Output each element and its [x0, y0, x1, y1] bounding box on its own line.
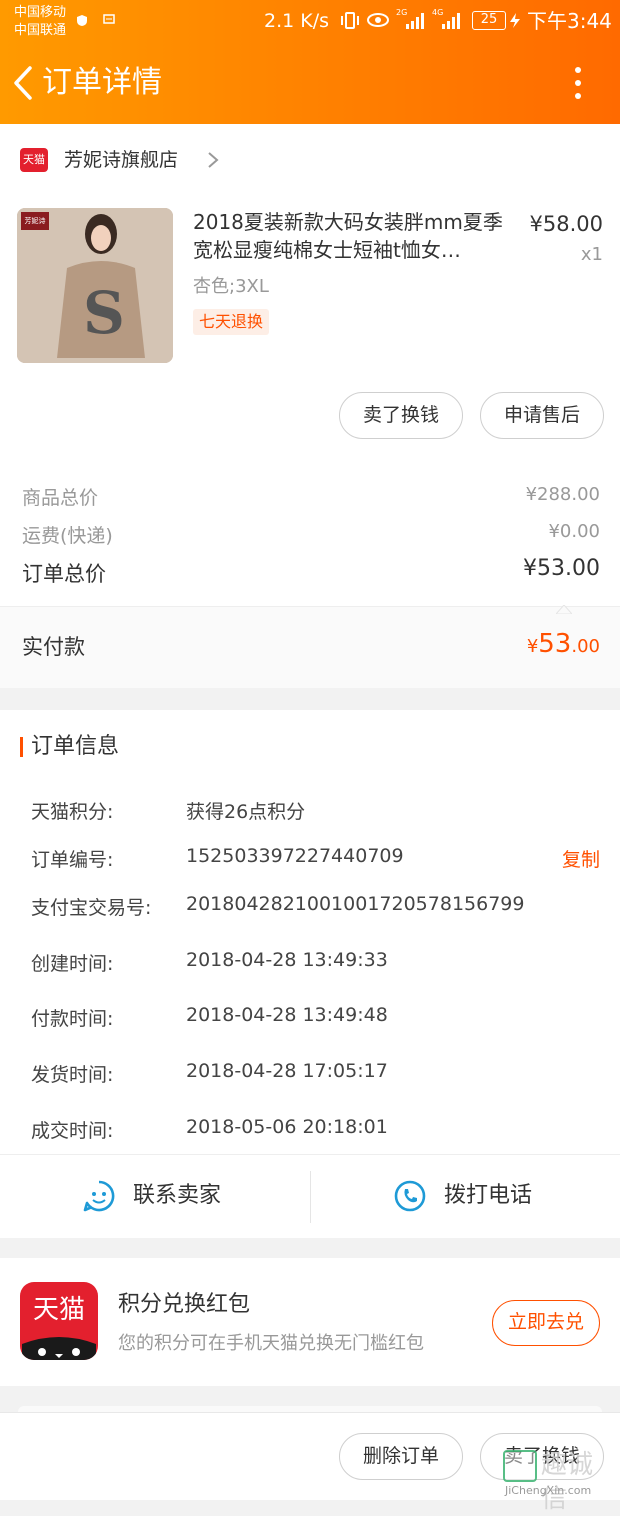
goods-total-value: ¥288.00: [525, 484, 600, 505]
charging-icon: [508, 12, 522, 29]
order-card: 天猫 芳妮诗旗舰店 S 芳妮诗 2018夏装新款大码女装胖mm夏季宽松显瘦纯棉女…: [0, 124, 620, 606]
paid-row: 实付款 ¥53.00: [0, 604, 620, 688]
paid-decimal: .00: [571, 636, 600, 657]
watermark-cn: 趣诚信: [541, 1450, 594, 1514]
call-label: 拨打电话: [444, 1183, 533, 1208]
network-speed: 2.1 K/s: [264, 10, 330, 32]
points-label: 天猫积分:: [31, 801, 114, 823]
goods-total-label: 商品总价: [22, 487, 99, 509]
alipay-trade-value: 2018042821001001720578156799: [186, 893, 525, 915]
order-total-label: 订单总价: [22, 562, 106, 586]
shipping-value: ¥0.00: [548, 521, 600, 542]
paid-label: 实付款: [22, 635, 85, 659]
shield-icon: [76, 12, 88, 26]
completed-time-label: 成交时间:: [31, 1120, 114, 1142]
signal-2g-icon: 2G: [396, 8, 430, 32]
brand-logo: 芳妮诗: [21, 212, 49, 230]
shipped-time-label: 发货时间:: [31, 1064, 114, 1086]
completed-time-value: 2018-05-06 20:18:01: [186, 1116, 388, 1138]
phone-icon: [393, 1179, 427, 1213]
chevron-right-icon: [206, 150, 220, 170]
shipped-time-value: 2018-04-28 17:05:17: [186, 1060, 388, 1082]
carrier-1: 中国移动: [14, 5, 67, 20]
order-number-value: 152503397227440709: [186, 845, 404, 867]
clock: 下午3:44: [527, 9, 612, 33]
order-info-section: 订单信息 天猫积分: 获得26点积分 订单编号: 152503397227440…: [0, 710, 620, 1154]
vibrate-icon: [340, 10, 360, 32]
pointer-caret: [554, 599, 574, 615]
page-title: 订单详情: [42, 65, 162, 100]
notification-icon: [102, 11, 116, 25]
watermark-text: JiChengXin.com: [505, 1484, 592, 1497]
product-image: S: [17, 208, 173, 363]
promo-description: 您的积分可在手机天猫兑换无门槛红包: [118, 1333, 424, 1354]
shop-row[interactable]: 天猫 芳妮诗旗舰店: [0, 124, 620, 196]
contact-bar: 联系卖家 拨打电话: [0, 1154, 620, 1238]
points-value: 获得26点积分: [186, 801, 306, 823]
signal-4g-icon: 4G: [432, 8, 466, 32]
product-thumbnail[interactable]: S 芳妮诗: [17, 208, 173, 363]
app-header: 中国移动 中国联通 2.1 K/s 2G 4G 25 下午3:44 订单详情: [0, 0, 620, 124]
call-button[interactable]: 拨打电话: [311, 1155, 620, 1239]
created-time-value: 2018-04-28 13:49:33: [186, 949, 388, 971]
created-time-label: 创建时间:: [31, 953, 114, 975]
redeem-now-button[interactable]: 立即去兑: [492, 1300, 600, 1346]
eye-icon: [366, 10, 390, 30]
watermark-logo-icon: [503, 1450, 537, 1482]
return-policy-tag: 七天退换: [193, 309, 270, 335]
after-sales-button[interactable]: 申请售后: [480, 392, 604, 439]
paid-time-label: 付款时间:: [31, 1008, 114, 1030]
promo-title: 积分兑换红包: [118, 1292, 251, 1317]
watermark: 趣诚信 JiChengXin.com: [503, 1448, 617, 1514]
chat-face-icon: [82, 1179, 116, 1213]
contact-seller-label: 联系卖家: [133, 1183, 222, 1208]
product-quantity: x1: [580, 244, 603, 265]
promo-banner[interactable]: 天猫 积分兑换红包 您的积分可在手机天猫兑换无门槛红包 立即去兑: [0, 1258, 620, 1386]
more-menu-icon[interactable]: [568, 64, 588, 104]
carrier-2: 中国联通: [14, 23, 67, 38]
battery-icon: 25: [472, 11, 506, 30]
sell-for-cash-button[interactable]: 卖了换钱: [339, 392, 463, 439]
section-accent-bar: [20, 737, 23, 757]
product-title[interactable]: 2018夏装新款大码女装胖mm夏季宽松显瘦纯棉女士短袖t恤女…: [193, 208, 515, 264]
paid-integer: 53: [538, 629, 572, 659]
paid-time-value: 2018-04-28 13:49:48: [186, 1004, 388, 1026]
copy-button[interactable]: 复制: [540, 845, 600, 872]
tmall-badge-icon: 天猫: [20, 148, 48, 172]
back-icon[interactable]: [8, 62, 38, 104]
contact-seller-button[interactable]: 联系卖家: [0, 1155, 310, 1239]
paid-symbol: ¥: [526, 636, 539, 657]
product-price: ¥58.00: [529, 212, 603, 236]
shipping-label: 运费(快递): [22, 525, 113, 547]
svg-text:S: S: [83, 279, 125, 347]
product-sku: 杏色;3XL: [193, 276, 269, 297]
order-total-value: ¥53.00: [523, 556, 600, 581]
order-info-title: 订单信息: [31, 734, 120, 759]
shop-name: 芳妮诗旗舰店: [64, 149, 179, 171]
order-number-label: 订单编号:: [31, 849, 114, 871]
tmall-app-icon: 天猫: [20, 1282, 98, 1360]
delete-order-button[interactable]: 删除订单: [339, 1433, 463, 1480]
alipay-trade-label: 支付宝交易号:: [31, 897, 152, 919]
paid-amount: ¥53.00: [480, 629, 600, 659]
